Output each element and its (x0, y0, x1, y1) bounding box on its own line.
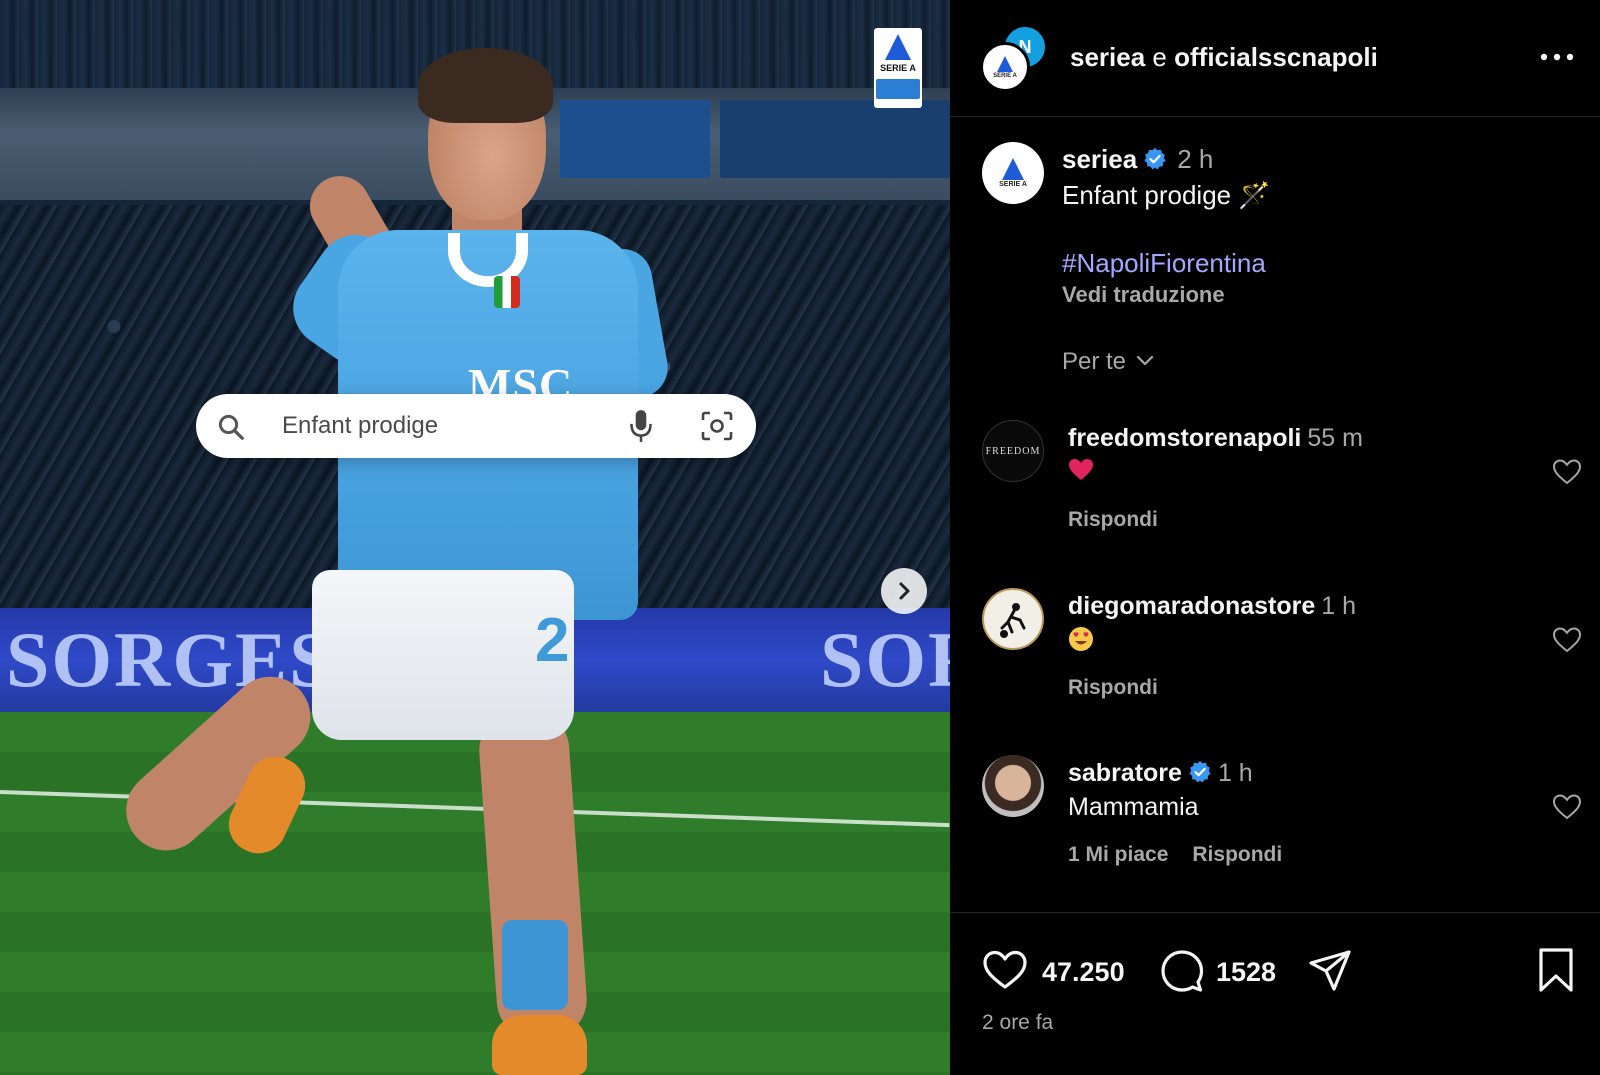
lens-icon (701, 411, 733, 441)
bookmark-icon[interactable] (1538, 947, 1574, 993)
comment-username[interactable]: sabratore (1068, 759, 1182, 787)
more-icon[interactable] (1540, 48, 1574, 66)
verified-icon (1144, 148, 1166, 170)
adboard-text-right: SORG (820, 616, 950, 703)
mic-icon (630, 410, 652, 442)
search-text: Enfant prodige (282, 412, 439, 439)
player-boot (492, 1015, 587, 1075)
author-link-napoli[interactable]: officialsscnapoli (1174, 42, 1378, 72)
caption-header: seriea 2 h (1062, 144, 1213, 175)
post-authors: seriea e officialsscnapoli (1070, 42, 1378, 73)
reply-button[interactable]: Rispondi (1068, 508, 1158, 531)
authors-conjunction: e (1152, 42, 1167, 72)
author-avatars[interactable]: N SERIE A (980, 24, 1060, 94)
comment-header: freedomstorenapoli 55 m (1068, 424, 1363, 453)
player: MSC 2 (109, 40, 780, 1075)
comment-actions: 1 Mi piace Rispondi (1068, 843, 1282, 867)
chevron-down-icon (1136, 355, 1154, 366)
comment-header: sabratore 1 h (1068, 759, 1253, 788)
post-header: N SERIE A seriea e officialsscnapoli (950, 0, 1600, 117)
comment-actions: Rispondi (1068, 676, 1158, 700)
comment-header: diegomaradonastore 1 h (1068, 592, 1356, 621)
post-panel: N SERIE A seriea e officialsscnapoli SER… (950, 0, 1600, 1075)
avatar[interactable] (982, 588, 1044, 650)
italy-badge (494, 276, 520, 308)
avatar[interactable]: SERIE A (982, 142, 1044, 204)
avatar-wordmark: FREEDOM (985, 445, 1041, 457)
comment-item: diegomaradonastore 1 h Rispondi (982, 588, 1582, 738)
player-hair (418, 48, 553, 123)
comment-item: FREEDOM freedomstorenapoli 55 m Rispondi (982, 420, 1582, 570)
serie-a-logo-label: SERIE A (993, 72, 1017, 79)
comment-count[interactable]: 1528 (1216, 957, 1276, 988)
caption-hashtag[interactable]: #NapoliFiorentina (1062, 248, 1266, 279)
caption-username[interactable]: seriea (1062, 144, 1137, 174)
caption-time: 2 h (1177, 144, 1214, 174)
comment-username[interactable]: diegomaradonastore (1068, 592, 1315, 620)
comment-time: 1 h (1217, 759, 1253, 787)
comment-text: Mammamia (1068, 793, 1199, 821)
sponsor-logo (876, 79, 920, 99)
see-translation-link[interactable]: Vedi traduzione (1062, 282, 1225, 308)
search-icon (218, 414, 244, 440)
next-media-button[interactable] (881, 568, 927, 614)
heart-icon[interactable] (1552, 458, 1582, 486)
search-bar-graphic: Enfant prodige (196, 394, 756, 458)
serie-a-logo-mark (997, 55, 1013, 72)
post-media[interactable]: SORGESAN SORG MSC 2 SERIE A Enfant prodi… (0, 0, 950, 1075)
comment-likes[interactable]: 1 Mi piace (1068, 843, 1168, 866)
author-link-seriea[interactable]: seriea (1070, 42, 1145, 72)
shirt-number: 2 (535, 606, 570, 675)
comment-actions: Rispondi (1068, 508, 1158, 532)
comment-time: 1 h (1321, 592, 1357, 620)
maradona-store-logo (1000, 603, 1026, 638)
serie-a-logo-mark (885, 34, 911, 60)
red-heart-emoji (1069, 459, 1093, 480)
comment-sort-dropdown[interactable]: Per te (1062, 348, 1154, 376)
sort-label: Per te (1062, 348, 1127, 375)
verified-icon (1189, 761, 1211, 783)
heart-icon[interactable] (1552, 793, 1582, 821)
comment-text (1068, 626, 1094, 659)
share-icon[interactable] (1308, 949, 1352, 993)
heart-icon[interactable] (1552, 626, 1582, 654)
comment-username[interactable]: freedomstorenapoli (1068, 424, 1301, 452)
avatar-seriea[interactable]: SERIE A (980, 42, 1030, 92)
reply-button[interactable]: Rispondi (1192, 843, 1282, 866)
post-timestamp: 2 ore fa (982, 1011, 1054, 1034)
serie-a-logo-label: SERIE A (880, 63, 916, 73)
comment-text (1068, 458, 1094, 489)
comment-item: sabratore 1 h Mammamia 1 Mi piace Rispond… (982, 755, 1582, 905)
avatar[interactable]: FREEDOM (982, 420, 1044, 482)
serie-a-logo-mark (1002, 158, 1024, 180)
serie-a-logo-label: SERIE A (999, 181, 1027, 188)
avatar[interactable] (982, 755, 1044, 817)
chevron-right-icon (899, 582, 910, 600)
heart-eyes-emoji (1069, 627, 1093, 651)
heart-icon[interactable] (982, 949, 1028, 991)
reply-button[interactable]: Rispondi (1068, 676, 1158, 699)
caption-text: Enfant prodige 🪄 (1062, 180, 1271, 210)
comment-icon[interactable] (1160, 949, 1204, 993)
serie-a-logo: SERIE A (874, 28, 922, 108)
like-count[interactable]: 47.250 (1042, 957, 1125, 988)
comment-time: 55 m (1307, 424, 1363, 452)
post-actions: 47.250 1528 2 ore fa (950, 912, 1600, 1075)
player-sock (502, 920, 568, 1010)
